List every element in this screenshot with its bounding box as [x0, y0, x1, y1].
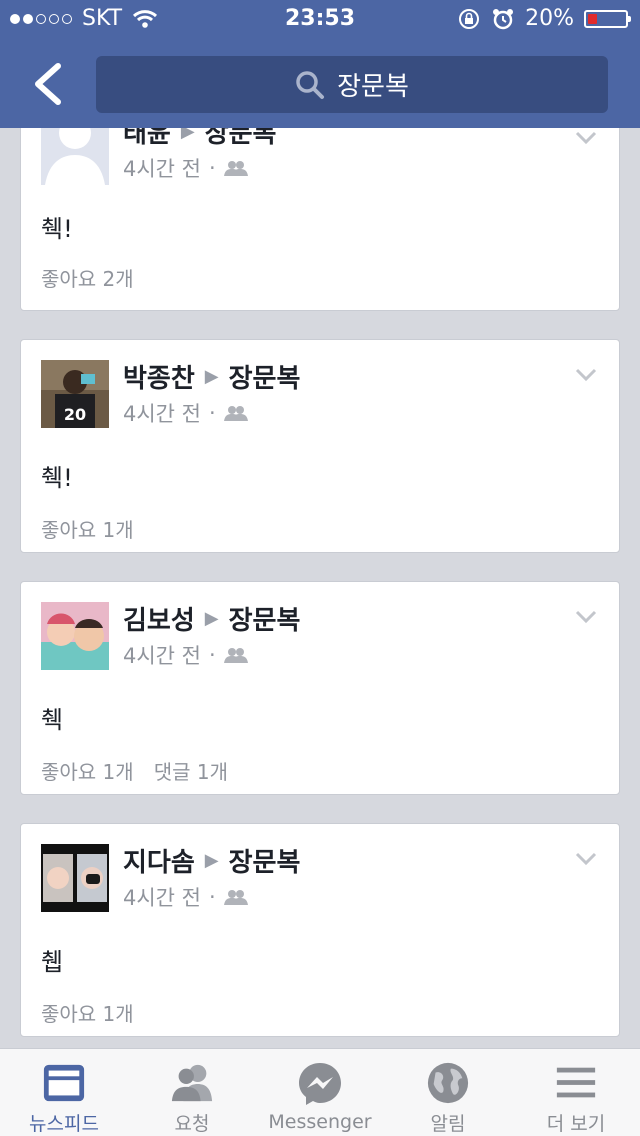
arrow-right-icon: ▶ [204, 850, 219, 871]
news-feed-icon [43, 1064, 85, 1102]
profile-photo [41, 844, 109, 912]
post-text: 췍! [41, 215, 73, 243]
friends-audience-icon [223, 648, 248, 663]
news-feed: 태윤 ▶ 장문복 4시간 전 · 췍! 좋아요 2개 20 박종찬 ▶ 장문복 … [0, 0, 640, 1050]
like-count[interactable]: 좋아요 1개 [41, 998, 134, 1027]
messenger-icon [299, 1063, 341, 1105]
post-text: 췍! [41, 464, 73, 492]
rotation-lock-icon [459, 8, 480, 29]
post-card[interactable]: 지다솜 ▶ 장문복 4시간 전 · 췝 좋아요 1개 [20, 823, 620, 1037]
alarm-icon [493, 8, 514, 29]
avatar[interactable] [41, 844, 109, 912]
meta-separator: · [209, 885, 216, 909]
post-text: 췍 [41, 706, 64, 734]
tab-requests[interactable]: 요청 [128, 1049, 256, 1136]
post-target[interactable]: 장문복 [229, 600, 301, 637]
tab-label: 뉴스피드 [29, 1113, 99, 1135]
battery-percent: 20% [525, 6, 574, 31]
tab-label: 알림 [430, 1113, 466, 1135]
like-count[interactable]: 좋아요 1개 [41, 756, 134, 785]
chevron-down-icon[interactable] [575, 610, 597, 624]
like-count[interactable]: 좋아요 2개 [41, 263, 134, 292]
post-time[interactable]: 4시간 전 [123, 640, 201, 670]
profile-photo: 20 [41, 360, 109, 428]
tab-label: 더 보기 [546, 1113, 606, 1135]
post-time[interactable]: 4시간 전 [123, 398, 201, 428]
meta-separator: · [209, 156, 216, 180]
post-text: 췝 [41, 948, 64, 976]
tab-bar: 뉴스피드 요청 Messenger 알림 더 보기 [0, 1048, 640, 1136]
back-button[interactable] [28, 62, 68, 106]
chevron-down-icon[interactable] [575, 852, 597, 866]
chevron-down-icon[interactable] [575, 131, 597, 145]
friend-requests-icon [171, 1064, 213, 1102]
battery-icon [584, 9, 631, 28]
meta-separator: · [209, 643, 216, 667]
like-count[interactable]: 좋아요 1개 [41, 514, 134, 543]
menu-icon [556, 1067, 596, 1098]
meta-separator: · [209, 401, 216, 425]
friends-audience-icon [223, 890, 248, 905]
post-time[interactable]: 4시간 전 [123, 153, 201, 183]
search-field[interactable]: 장문복 [96, 56, 608, 113]
profile-photo [41, 602, 109, 670]
post-card[interactable]: 20 박종찬 ▶ 장문복 4시간 전 · 췍! 좋아요 1개 [20, 339, 620, 553]
post-target[interactable]: 장문복 [229, 358, 301, 395]
tab-label: Messenger [268, 1111, 372, 1133]
globe-icon [427, 1062, 469, 1104]
post-author[interactable]: 박종찬 [123, 358, 195, 395]
arrow-right-icon: ▶ [204, 366, 219, 387]
top-bar: SKT 23:53 20% 장문복 [0, 0, 640, 128]
svg-text:20: 20 [64, 405, 86, 424]
status-bar: SKT 23:53 20% [0, 0, 640, 40]
friends-audience-icon [223, 161, 248, 176]
post-author[interactable]: 지다솜 [123, 842, 195, 879]
tab-notifications[interactable]: 알림 [384, 1049, 512, 1136]
tab-news-feed[interactable]: 뉴스피드 [0, 1049, 128, 1136]
post-time[interactable]: 4시간 전 [123, 882, 201, 912]
tab-label: 요청 [174, 1113, 210, 1135]
avatar[interactable] [41, 602, 109, 670]
post-card[interactable]: 김보성 ▶ 장문복 4시간 전 · 췍 좋아요 1개 댓글 1개 [20, 581, 620, 795]
tab-messenger[interactable]: Messenger [256, 1049, 384, 1136]
tab-more[interactable]: 더 보기 [512, 1049, 640, 1136]
search-query: 장문복 [337, 72, 409, 102]
avatar[interactable]: 20 [41, 360, 109, 428]
friends-audience-icon [223, 406, 248, 421]
navigation-bar: 장문복 [0, 40, 640, 128]
comment-count[interactable]: 댓글 1개 [154, 756, 228, 785]
post-target[interactable]: 장문복 [229, 842, 301, 879]
search-icon [296, 70, 325, 99]
chevron-down-icon[interactable] [575, 368, 597, 382]
arrow-right-icon: ▶ [204, 608, 219, 629]
post-author[interactable]: 김보성 [123, 600, 195, 637]
